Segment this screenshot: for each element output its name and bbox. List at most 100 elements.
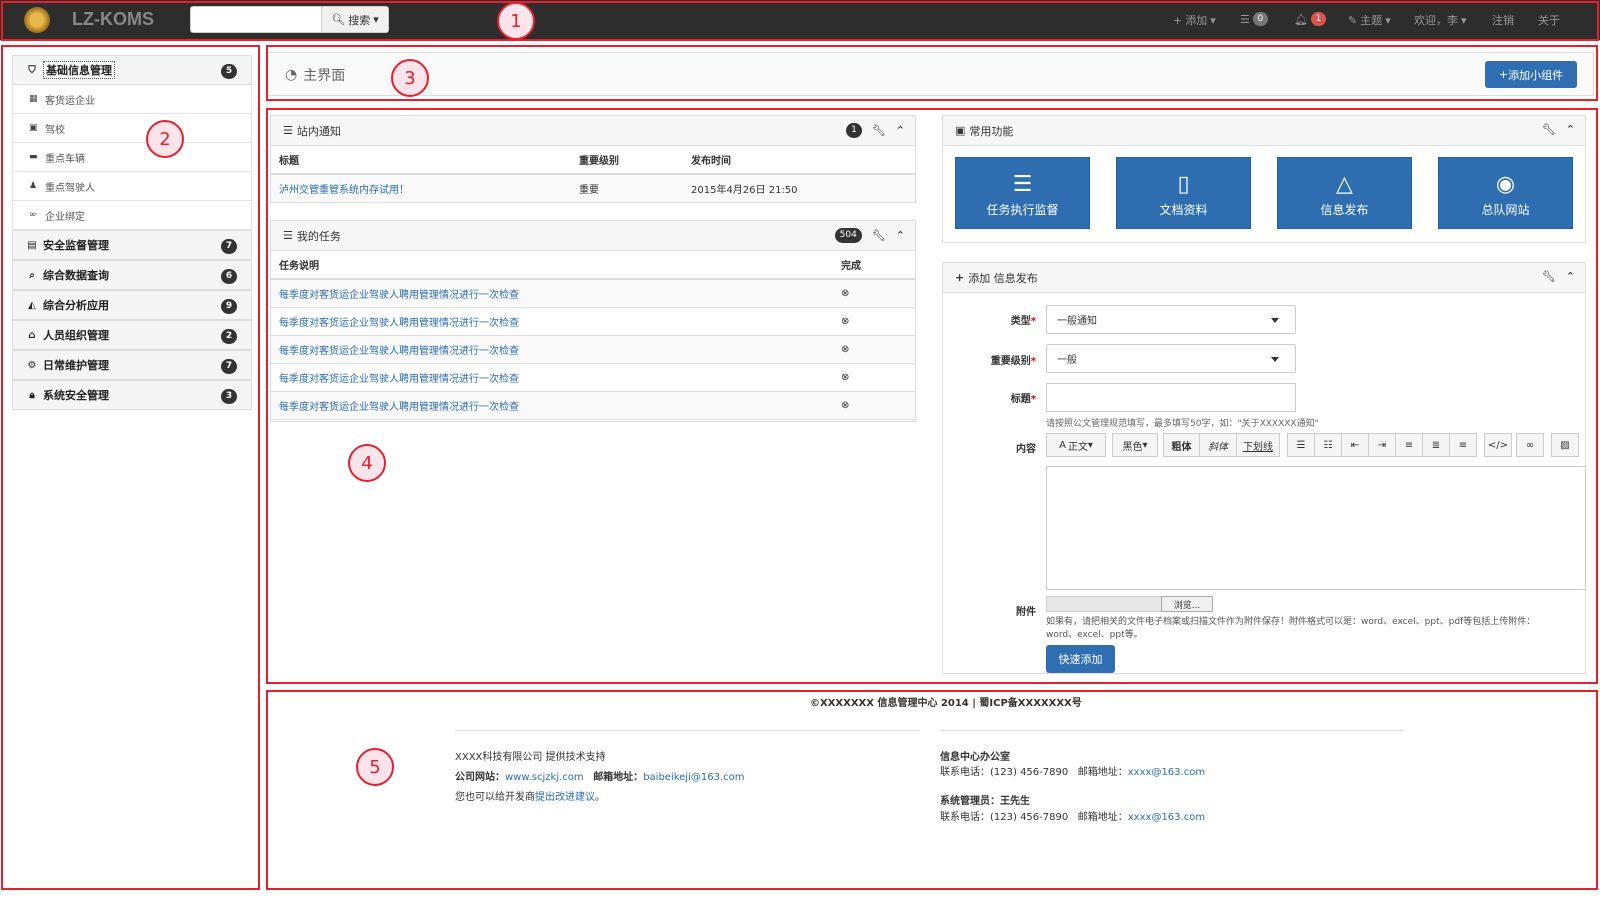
sidebar-group-personnel[interactable]: ⌂ 人员组织管理 2 xyxy=(12,320,252,350)
wrench-icon[interactable]: 🔧︎ xyxy=(872,229,886,242)
color-dropdown[interactable]: 黑色 ▾ xyxy=(1112,433,1158,457)
lock-icon: 🔒︎ xyxy=(29,389,35,401)
align-center-icon: ≡ xyxy=(1404,439,1414,451)
table-row: 泸州交管重管系统内存试用！ 重要 2015年4月26日 21:50 xyxy=(271,174,915,203)
numbered-list-button[interactable]: ☷ xyxy=(1314,433,1342,457)
shield-icon: ⛉ xyxy=(28,64,36,76)
sidebar-item-company-binding[interactable]: ∞ 企业绑定 xyxy=(12,201,252,230)
tile-publish[interactable]: △ 信息发布 xyxy=(1277,157,1412,229)
font-dropdown[interactable]: A 正文 ▾ xyxy=(1046,433,1106,457)
sidebar-group-label: 综合数据查询 xyxy=(43,269,109,282)
about-link[interactable]: 关于 xyxy=(1538,12,1560,28)
subject-help: 请按照公文管理规范填写，最多填写50字，如："关于XXXXXX通知" xyxy=(1046,419,1319,429)
notice-link[interactable]: 泸州交管重管系统内存试用！ xyxy=(279,185,409,196)
table-row: 每季度对客货运企业驾驶人聘用管理情况进行一次检查 ⊗ xyxy=(271,279,915,308)
browse-button[interactable]: 浏览... xyxy=(1161,596,1213,612)
add-widget-button[interactable]: + 添加小组件 xyxy=(1485,61,1577,88)
chevron-up-icon[interactable]: ⌃ xyxy=(896,229,905,242)
user-menu[interactable]: 欢迎，李 ▾ xyxy=(1414,12,1467,28)
tile-task-supervision[interactable]: ☰ 任务执行监督 xyxy=(955,157,1090,229)
align-left-icon: ≣ xyxy=(1431,439,1441,451)
tasks-widget-header: ☰ 我的任务 504 🔧︎ ⌃ xyxy=(271,221,915,251)
chevron-up-icon[interactable]: ⌃ xyxy=(1566,123,1575,136)
company-email-link[interactable]: baibeikeji@163.com xyxy=(643,772,744,783)
close-circle-icon[interactable]: ⊗ xyxy=(841,316,849,327)
search-input[interactable] xyxy=(190,6,322,33)
admin-mail-link[interactable]: xxxx@163.com xyxy=(1128,812,1205,823)
plus-icon: + xyxy=(955,271,965,284)
sidebar-item-transport-company[interactable]: ▦ 客货运企业 xyxy=(12,85,252,114)
sidebar-group-count: 6 xyxy=(221,269,237,284)
italic-button[interactable]: 斜体 xyxy=(1199,433,1237,457)
caret-down-icon: ▾ xyxy=(373,13,379,26)
align-left-button[interactable]: ≣ xyxy=(1422,433,1450,457)
code-button[interactable]: </> xyxy=(1484,433,1512,457)
wrench-icon[interactable]: 🔧︎ xyxy=(1542,270,1556,283)
annotation-label-5: 5 xyxy=(356,748,394,786)
chevron-up-icon[interactable]: ⌃ xyxy=(896,124,905,137)
content-editor[interactable] xyxy=(1046,466,1586,590)
level-select[interactable]: 一般 xyxy=(1046,344,1296,373)
bold-button[interactable]: 粗体 xyxy=(1163,433,1200,457)
alerts-menu[interactable]: 🔔︎ 1 xyxy=(1294,12,1326,26)
chevron-up-icon[interactable]: ⌃ xyxy=(1566,270,1575,283)
welcome-label: 欢迎，李 xyxy=(1414,14,1458,27)
task-link[interactable]: 每季度对客货运企业驾驶人聘用管理情况进行一次检查 xyxy=(279,346,519,357)
sidebar-group-maintenance[interactable]: ⚙ 日常维护管理 7 xyxy=(12,350,252,380)
attach-help: 如果有，请把相关的文件电子档案或扫描文件作为附件保存！附件格式可以是：word、… xyxy=(1046,616,1586,642)
sidebar-item-label: 客货运企业 xyxy=(45,95,95,107)
tile-documents[interactable]: ▯ 文档资料 xyxy=(1116,157,1251,229)
align-center-button[interactable]: ≡ xyxy=(1395,433,1423,457)
messages-menu[interactable]: ☰ 0 xyxy=(1240,12,1268,26)
tile-website[interactable]: ◉ 总队网站 xyxy=(1438,157,1573,229)
subject-label: 标题* xyxy=(1010,394,1036,405)
sidebar-group-safety[interactable]: ▤ 安全监督管理 7 xyxy=(12,230,252,260)
book-icon: ▤ xyxy=(27,239,37,251)
sidebar-item-key-vehicles[interactable]: ▬ 重点车辆 xyxy=(12,143,252,172)
list-ul-icon: ☰ xyxy=(1296,439,1306,451)
underline-button[interactable]: 下划线 xyxy=(1236,433,1280,457)
wrench-icon[interactable]: 🔧︎ xyxy=(872,124,886,137)
close-circle-icon[interactable]: ⊗ xyxy=(841,400,849,411)
outdent-button[interactable]: ⇤ xyxy=(1341,433,1369,457)
quick-add-button[interactable]: 快速添加 xyxy=(1046,645,1115,673)
task-link[interactable]: 每季度对客货运企业驾驶人聘用管理情况进行一次检查 xyxy=(279,402,519,413)
plus-icon: + xyxy=(1173,13,1183,27)
search-button[interactable]: 🔍︎ 搜索 ▾ xyxy=(321,6,389,33)
indent-icon: ⇥ xyxy=(1377,439,1387,451)
logout-link[interactable]: 注销 xyxy=(1492,12,1514,28)
link-button[interactable]: ∞ xyxy=(1516,433,1544,457)
color-dropdown-label: 黑色 xyxy=(1122,441,1143,453)
wrench-icon[interactable]: 🔧︎ xyxy=(1542,123,1556,136)
task-link[interactable]: 每季度对客货运企业驾驶人聘用管理情况进行一次检查 xyxy=(279,374,519,385)
close-circle-icon[interactable]: ⊗ xyxy=(841,372,849,383)
type-select[interactable]: 一般通知 xyxy=(1046,305,1296,334)
office-mail-link[interactable]: xxxx@163.com xyxy=(1128,767,1205,778)
image-button[interactable]: ▨ xyxy=(1551,433,1579,457)
theme-menu[interactable]: ✎ 主题 ▾ xyxy=(1348,12,1391,28)
sidebar-group-analysis[interactable]: ◭ 综合分析应用 9 xyxy=(12,290,252,320)
sidebar-item-driving-school[interactable]: ▣ 驾校 xyxy=(12,114,252,143)
subject-input[interactable] xyxy=(1046,383,1296,412)
close-circle-icon[interactable]: ⊗ xyxy=(841,288,849,299)
link-icon: ∞ xyxy=(1525,439,1535,451)
quick-functions-title: 常用功能 xyxy=(969,124,1014,138)
sidebar-group-data-query[interactable]: ⌕ 综合数据查询 6 xyxy=(12,260,252,290)
font-icon: A xyxy=(1059,439,1066,451)
task-link[interactable]: 每季度对客货运企业驾驶人聘用管理情况进行一次检查 xyxy=(279,290,519,301)
attach-label: 附件 xyxy=(1016,607,1036,618)
sidebar-item-key-drivers[interactable]: ♟ 重点驾驶人 xyxy=(12,172,252,201)
bulleted-list-button[interactable]: ☰ xyxy=(1287,433,1315,457)
align-right-button[interactable]: ≡ xyxy=(1449,433,1477,457)
sidebar-group-label: 人员组织管理 xyxy=(43,329,109,342)
company-site-link[interactable]: www.scjzkj.com xyxy=(505,772,584,783)
indent-button[interactable]: ⇥ xyxy=(1368,433,1396,457)
sidebar-group-basic-info[interactable]: ⛉ 基础信息管理 5 xyxy=(12,55,252,85)
sidebar-group-label: 基础信息管理 xyxy=(43,61,115,79)
suggest-link[interactable]: 提出改进建议 xyxy=(535,792,595,803)
close-circle-icon[interactable]: ⊗ xyxy=(841,344,849,355)
task-link[interactable]: 每季度对客货运企业驾驶人聘用管理情况进行一次检查 xyxy=(279,318,519,329)
sidebar-group-system-security[interactable]: 🔒︎ 系统安全管理 3 xyxy=(12,380,252,410)
add-menu[interactable]: + 添加 ▾ xyxy=(1173,12,1216,28)
attach-file-path xyxy=(1046,596,1162,612)
